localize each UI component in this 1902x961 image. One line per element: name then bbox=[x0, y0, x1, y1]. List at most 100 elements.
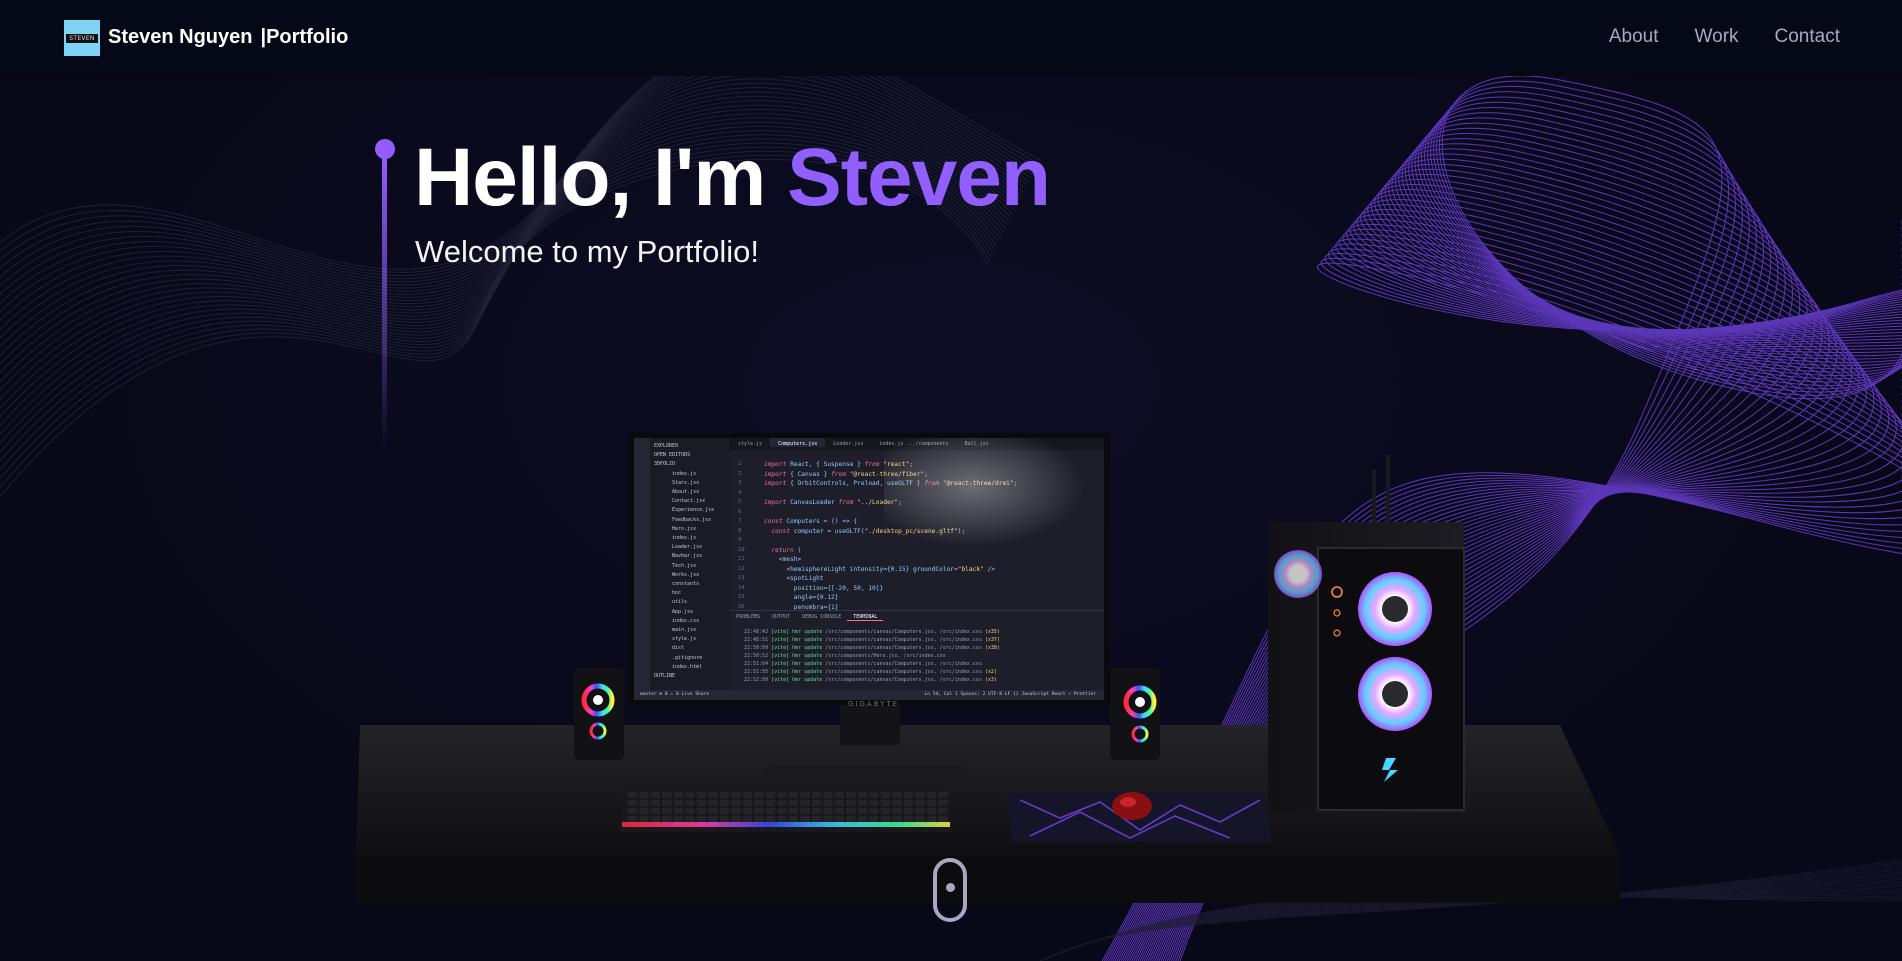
explorer-file[interactable]: style.js bbox=[650, 635, 730, 644]
keyboard-key bbox=[904, 792, 913, 798]
keyboard-key bbox=[927, 792, 936, 798]
explorer-file[interactable]: index.js bbox=[650, 470, 730, 479]
monitor-neck bbox=[840, 705, 900, 745]
explorer-project: 3DFOLIO bbox=[654, 461, 676, 468]
keyboard-key bbox=[881, 792, 890, 798]
keyboard-key bbox=[639, 808, 649, 814]
nav-link-about[interactable]: About bbox=[1609, 26, 1659, 48]
keyboard-key bbox=[904, 808, 913, 814]
explorer-file[interactable]: dist bbox=[650, 644, 730, 653]
line-number: 3 bbox=[738, 480, 742, 486]
scroll-indicator[interactable] bbox=[933, 858, 967, 922]
explorer-file[interactable]: Tech.jsx bbox=[650, 562, 730, 571]
explorer-file[interactable]: index.html bbox=[650, 663, 730, 672]
explorer-file[interactable]: Contact.jsx bbox=[650, 497, 730, 506]
explorer-file[interactable]: index.css bbox=[650, 617, 730, 626]
line-number: 8 bbox=[738, 527, 742, 534]
editor-tab[interactable]: index.js .../components bbox=[871, 438, 956, 447]
explorer-file[interactable]: Experience.jsx bbox=[650, 506, 730, 515]
keyboard-key bbox=[789, 808, 798, 814]
editor-tab[interactable]: Ball.jsx bbox=[957, 438, 997, 447]
panel-tab[interactable]: DEBUG CONSOLE bbox=[796, 611, 847, 620]
keyboard-key bbox=[708, 808, 718, 814]
keyboard-key bbox=[892, 800, 902, 806]
editor-line-numbers: 1 2 3 4 5 6 7 8 9 10 11 12 13 14 15 16 bbox=[738, 460, 745, 612]
mouse-highlight bbox=[1120, 797, 1136, 807]
explorer-file[interactable]: Navbar.jsx bbox=[650, 552, 730, 561]
keyboard-key bbox=[915, 816, 925, 822]
nav-link-contact[interactable]: Contact bbox=[1775, 26, 1840, 48]
logo[interactable]: STEVEN bbox=[64, 20, 100, 56]
keyboard-rgb-strip bbox=[622, 822, 950, 827]
editor-explorer: EXPLORER OPEN EDITORS 3DFOLIO index.js St… bbox=[650, 438, 730, 700]
keyboard-key bbox=[674, 792, 683, 798]
explorer-file[interactable]: hoc bbox=[650, 589, 730, 598]
logo-text: STEVEN bbox=[66, 33, 98, 43]
keyboard-key bbox=[892, 816, 902, 822]
explorer-file[interactable]: Stars.jsx bbox=[650, 479, 730, 488]
panel-tab[interactable]: PROBLEMS bbox=[730, 611, 766, 620]
panel-tab[interactable]: OUTPUT bbox=[766, 611, 796, 620]
brand-title[interactable]: Steven Nguyen |Portfolio bbox=[108, 26, 348, 49]
editor-panel-tabs: PROBLEMS OUTPUT DEBUG CONSOLE TERMINAL bbox=[730, 610, 1104, 623]
pc-fan-bottom-hub bbox=[1382, 681, 1408, 707]
pc-side-fan bbox=[1274, 550, 1322, 598]
keyboard-key bbox=[720, 792, 729, 798]
brand-suffix: |Portfolio bbox=[260, 26, 349, 48]
explorer-file[interactable]: Works.jsx bbox=[650, 571, 730, 580]
explorer-file[interactable]: Hero.jsx bbox=[650, 525, 730, 534]
nav-links: About Work Contact bbox=[1609, 26, 1840, 48]
explorer-file[interactable]: App.jsx bbox=[650, 608, 730, 617]
explorer-file[interactable]: Loader.jsx bbox=[650, 543, 730, 552]
panel-tab[interactable]: TERMINAL bbox=[847, 611, 884, 621]
code-line: const computer = useGLTF("./desktop_pc/s… bbox=[771, 527, 966, 535]
keyboard-key bbox=[846, 808, 856, 814]
explorer-file[interactable]: About.jsx bbox=[650, 488, 730, 497]
keyboard-key bbox=[858, 800, 867, 806]
explorer-file[interactable]: index.js bbox=[650, 534, 730, 543]
editor-activity-bar bbox=[634, 438, 650, 700]
keyboard-key bbox=[858, 816, 867, 822]
keyboard-key bbox=[812, 800, 821, 806]
explorer-file[interactable]: constants bbox=[650, 580, 730, 589]
keyboard-key bbox=[858, 792, 867, 798]
keyboard-key bbox=[628, 816, 637, 822]
code-line: return ( bbox=[771, 546, 802, 554]
keyboard-key bbox=[915, 800, 925, 806]
keyboard-key bbox=[927, 816, 936, 822]
nav-link-work[interactable]: Work bbox=[1695, 26, 1739, 48]
editor-tab[interactable]: style.js bbox=[730, 438, 770, 447]
keyboard-key bbox=[697, 800, 706, 806]
explorer-outline: OUTLINE bbox=[654, 673, 676, 680]
editor-tab[interactable]: Computers.jsx bbox=[770, 438, 826, 447]
explorer-file[interactable]: .gitignore bbox=[650, 654, 730, 663]
keyboard-key bbox=[685, 808, 695, 814]
code-line: import { OrbitControls, Preload, useGLTF… bbox=[764, 480, 1018, 487]
line-number: 9 bbox=[738, 537, 742, 543]
line-number: 13 bbox=[738, 575, 745, 581]
line-number: 2 bbox=[738, 470, 742, 477]
keyboard-key bbox=[800, 808, 810, 814]
editor-tab[interactable]: Loader.jsx bbox=[825, 438, 871, 447]
keyboard-key bbox=[720, 800, 729, 806]
keyboard-key bbox=[869, 808, 879, 814]
keyboard-key bbox=[685, 792, 695, 798]
explorer-file[interactable]: main.jsx bbox=[650, 626, 730, 635]
navbar: STEVEN Steven Nguyen |Portfolio About Wor… bbox=[0, 0, 1902, 76]
code-line: <mesh> bbox=[764, 556, 802, 563]
keyboard-key bbox=[881, 816, 890, 822]
keyboard-key bbox=[789, 816, 798, 822]
keyboard-key bbox=[674, 808, 683, 814]
keyboard-key bbox=[904, 800, 913, 806]
keyboard-key bbox=[697, 808, 706, 814]
status-right: Ln 54, Col 1 Spaces: 2 UTF-8 LF {} JavaS… bbox=[924, 692, 1096, 697]
editor-status-bar: master ⊗ 0 ⚠ 0 Live Share Ln 54, Col 1 S… bbox=[634, 690, 1104, 700]
keyboard-key bbox=[869, 800, 879, 806]
explorer-file[interactable]: utils bbox=[650, 598, 730, 607]
explorer-file[interactable]: Feedbacks.jsx bbox=[650, 516, 730, 525]
keyboard-key bbox=[915, 792, 925, 798]
keyboard-key bbox=[927, 800, 936, 806]
code-line: position={[-20, 50, 10]} bbox=[764, 584, 884, 592]
left-speaker-woofer bbox=[593, 695, 603, 705]
